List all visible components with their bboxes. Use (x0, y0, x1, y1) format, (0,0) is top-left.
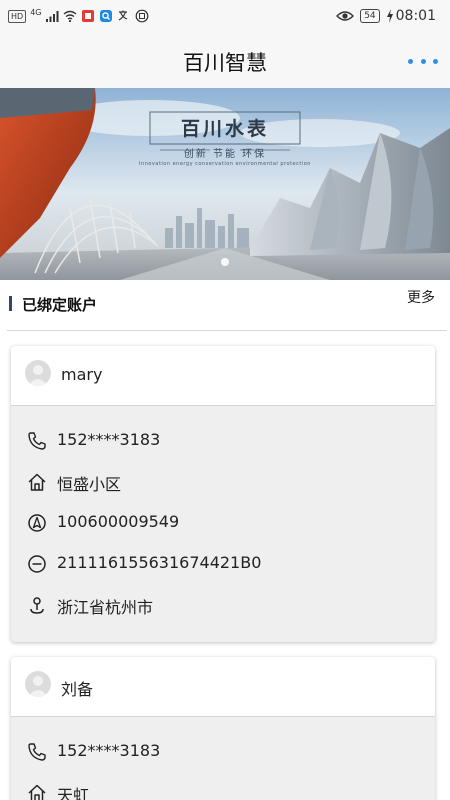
banner-carousel[interactable]: 百川水表 创新 节能 环保 Innovation energy conserva… (0, 88, 450, 280)
compass-icon (28, 514, 46, 532)
more-dot-icon (408, 58, 413, 64)
account-number: 100600009549 (57, 512, 180, 531)
page-title: 百川智慧 (183, 51, 267, 75)
more-dot-icon (420, 58, 426, 64)
more-options-button[interactable] (408, 52, 438, 70)
section-divider (7, 330, 447, 331)
minus-circle-icon (28, 555, 46, 573)
community-name: 天虹 (57, 786, 90, 800)
phone-icon (28, 743, 46, 761)
avatar (25, 671, 51, 697)
charging-icon (386, 9, 393, 23)
location-row: 浙江省杭州市 (11, 586, 435, 627)
translate-icon (119, 10, 128, 21)
more-dot-icon (433, 58, 438, 64)
phone-row: 152****3183 (11, 733, 435, 774)
home-icon (28, 473, 46, 491)
network-type: 4G (30, 7, 42, 17)
phone-number: 152****3183 (57, 741, 161, 760)
meter-number-row: 211116155631674421B0 (11, 545, 435, 586)
hd-badge: HD (8, 9, 27, 23)
phone-number: 152****3183 (57, 430, 161, 449)
app-notification-gray-icon (136, 9, 149, 23)
clock: 08:01 (395, 8, 436, 24)
community-row: 天虹 (11, 774, 435, 800)
app-notification-red-icon (82, 10, 95, 22)
location-text: 浙江省杭州市 (57, 598, 154, 617)
user-avatar-icon (28, 676, 48, 697)
location-pin-icon (30, 597, 44, 614)
user-avatar-icon (28, 365, 48, 386)
app-notification-blue-icon (100, 10, 113, 22)
carousel-indicator[interactable] (221, 258, 229, 266)
community-name: 恒盛小区 (57, 475, 122, 494)
account-card[interactable]: mary 152****3183 恒盛小区 100600009549 21111… (11, 346, 435, 642)
wifi-icon (64, 10, 77, 23)
phone-row: 152****3183 (11, 422, 435, 463)
home-icon (28, 784, 46, 800)
signal-icon (46, 11, 59, 22)
status-left: HD 4G (8, 7, 149, 23)
meter-number: 211116155631674421B0 (57, 553, 262, 572)
account-name: 刘备 (61, 680, 94, 699)
more-link[interactable]: 更多 (407, 287, 435, 307)
account-name: mary (61, 365, 103, 384)
status-bar: HD 4G 54 08:01 (0, 0, 450, 34)
banner-title: 百川水表 (180, 118, 269, 140)
community-row: 恒盛小区 (11, 463, 435, 504)
account-card-header: 刘备 (11, 657, 435, 717)
account-number-row: 100600009549 (11, 504, 435, 545)
section-accent-bar (9, 296, 12, 311)
bound-accounts-header: 已绑定账户 更多 (0, 280, 450, 332)
battery-indicator: 54 (360, 9, 380, 23)
section-title: 已绑定账户 (22, 296, 98, 314)
phone-icon (28, 432, 46, 450)
banner-subtitle: 创新 节能 环保 (183, 149, 267, 160)
status-right: 54 08:01 (336, 8, 436, 24)
account-card-header: mary (11, 346, 435, 406)
avatar (25, 360, 51, 386)
eye-icon (336, 11, 355, 21)
account-card[interactable]: 刘备 152****3183 天虹 (11, 657, 435, 800)
app-header: 百川智慧 (0, 34, 450, 88)
banner-tagline: Innovation energy conservation environme… (139, 161, 311, 167)
